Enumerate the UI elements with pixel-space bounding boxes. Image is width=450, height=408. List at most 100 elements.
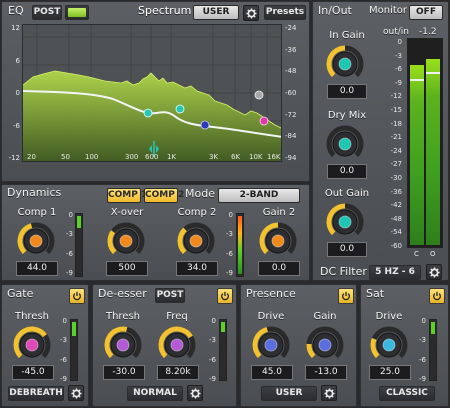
gate-power-button[interactable] bbox=[69, 288, 85, 304]
scale-tick: -6 bbox=[60, 355, 67, 364]
gear-icon bbox=[245, 7, 257, 19]
eq-db-scale-left: 12 6 0 -6 -12 bbox=[2, 24, 21, 164]
dry-mix-value[interactable]: 0.0 bbox=[327, 164, 367, 179]
sat-drive-value[interactable]: 25.0 bbox=[369, 365, 411, 380]
presence-panel: Presence Drive 45.0 Gain -13.0 USER bbox=[240, 284, 357, 407]
knob-graphic bbox=[326, 45, 364, 78]
scale-tick: -6 bbox=[395, 65, 402, 74]
eq-freq-tick: 6K bbox=[231, 153, 241, 161]
gain2-value[interactable]: 0.0 bbox=[258, 261, 300, 276]
scale-tick: -9 bbox=[395, 78, 402, 87]
scale-tick: -9 bbox=[419, 375, 426, 383]
scale-tick: -12 bbox=[8, 154, 20, 162]
presence-gain-knob[interactable] bbox=[305, 325, 345, 369]
comp1-tab[interactable]: COMP 1 bbox=[107, 188, 147, 203]
scale-tick: -6 bbox=[226, 249, 233, 258]
comp1-knob[interactable] bbox=[16, 221, 56, 265]
deesser-post-button[interactable]: POST bbox=[155, 288, 185, 303]
scale-tick: 0 bbox=[228, 211, 233, 219]
gear-icon bbox=[323, 387, 335, 399]
eq-enable-toggle[interactable] bbox=[65, 5, 89, 20]
comp2-tab[interactable]: COMP 2 bbox=[144, 188, 184, 203]
scale-tick: 0 bbox=[62, 317, 67, 325]
sat-drive-knob[interactable] bbox=[369, 325, 409, 369]
scale-tick: 12 bbox=[11, 24, 20, 32]
eq-freq-tick: 300 bbox=[125, 153, 139, 161]
eq-settings-button[interactable] bbox=[243, 5, 259, 21]
out-gain-value[interactable]: 0.0 bbox=[327, 242, 367, 257]
output-meter-peak-right bbox=[426, 72, 440, 74]
xover-knob[interactable] bbox=[106, 221, 146, 265]
dc-filter-settings-button[interactable] bbox=[426, 264, 442, 280]
meter-channel-left: C bbox=[414, 250, 419, 258]
sat-mode-select[interactable]: CLASSIC bbox=[379, 386, 435, 401]
meter-scale: 0 -3 -6 -9 -12 -15 -18 -21 -24 -27 -30 -36 -42 -48 -54… bbox=[381, 38, 403, 252]
inout-panel: In/Out Monitor OFF In Gain 0.0 Dry Mix 0… bbox=[312, 1, 449, 281]
deesser-freq-value[interactable]: 8.20k bbox=[157, 365, 199, 380]
scale-tick: -18 bbox=[390, 119, 402, 128]
presence-power-button[interactable] bbox=[338, 288, 354, 304]
mode-select[interactable]: 2-BAND bbox=[218, 188, 300, 203]
sat-power-button[interactable] bbox=[429, 288, 445, 304]
meter-header-value: -1.2 bbox=[419, 27, 437, 37]
presence-gain-value[interactable]: -13.0 bbox=[305, 365, 347, 380]
gate-gr-meter bbox=[70, 319, 78, 381]
knob-graphic bbox=[259, 222, 297, 255]
gate-thresh-label: Thresh bbox=[14, 311, 50, 322]
monitor-select[interactable]: OFF bbox=[409, 5, 443, 20]
gain2-knob[interactable] bbox=[258, 221, 298, 265]
presence-mode-select[interactable]: USER bbox=[261, 386, 317, 401]
gear-icon bbox=[189, 387, 201, 399]
gate-settings-button[interactable] bbox=[68, 385, 84, 401]
gate-thresh-knob[interactable] bbox=[12, 325, 52, 369]
in-gain-value[interactable]: 0.0 bbox=[327, 84, 367, 99]
eq-graph[interactable]: 20 50 100 300 600 1K 3K 6K 10K 16K bbox=[22, 24, 282, 162]
deesser-thresh-label: Thresh bbox=[105, 311, 141, 322]
xover-value[interactable]: 500 bbox=[106, 261, 148, 276]
gear-icon bbox=[428, 266, 440, 278]
gate-mode-select[interactable]: DEBREATH bbox=[8, 386, 64, 401]
comp2-value[interactable]: 34.0 bbox=[176, 261, 218, 276]
deesser-freq-knob[interactable] bbox=[157, 325, 197, 369]
knob-graphic bbox=[326, 125, 364, 158]
knob-graphic bbox=[177, 222, 215, 255]
comp2-gr-scale: 0 -3 -6 -9 bbox=[224, 211, 234, 279]
comp1-value[interactable]: 44.0 bbox=[16, 261, 58, 276]
eq-spectrum-mode-select[interactable]: USER bbox=[193, 5, 239, 20]
deesser-mode-select[interactable]: NORMAL bbox=[127, 386, 183, 401]
scale-tick: 6 bbox=[15, 56, 20, 65]
scale-tick: -9 bbox=[60, 375, 67, 383]
power-icon bbox=[73, 291, 81, 301]
eq-presets-button[interactable]: Presets bbox=[264, 5, 306, 20]
deesser-thresh-value[interactable]: -30.0 bbox=[103, 365, 145, 380]
scale-tick: -12 bbox=[390, 92, 402, 101]
scale-tick: -9 bbox=[209, 375, 216, 383]
scale-tick: -3 bbox=[395, 51, 402, 60]
deesser-settings-button[interactable] bbox=[187, 385, 203, 401]
presence-settings-button[interactable] bbox=[321, 385, 337, 401]
comp2-knob[interactable] bbox=[176, 221, 216, 265]
gain2-label: Gain 2 bbox=[262, 207, 296, 218]
presence-drive-knob[interactable] bbox=[251, 325, 291, 369]
xover-label: X-over bbox=[110, 207, 144, 218]
scale-tick: -60 bbox=[285, 89, 297, 97]
in-gain-knob[interactable] bbox=[325, 44, 365, 88]
dc-filter-select[interactable]: 5 HZ - 6 bbox=[369, 265, 421, 280]
scale-tick: -48 bbox=[285, 67, 297, 76]
in-gain-label: In Gain bbox=[329, 30, 365, 41]
knob-graphic bbox=[17, 222, 55, 255]
gate-thresh-value[interactable]: -45.0 bbox=[12, 365, 54, 380]
gear-icon bbox=[70, 387, 82, 399]
deesser-power-button[interactable] bbox=[217, 288, 233, 304]
eq-post-button[interactable]: POST bbox=[32, 5, 62, 20]
dry-mix-knob[interactable] bbox=[325, 124, 365, 168]
scale-tick: 0 bbox=[68, 211, 73, 219]
deesser-thresh-knob[interactable] bbox=[103, 325, 143, 369]
sat-panel: Sat Drive 25.0 0 -3 -6 -9 CLASSIC bbox=[360, 284, 449, 407]
monitor-label: Monitor bbox=[369, 5, 408, 16]
scale-tick: 0 bbox=[211, 317, 216, 325]
knob-graphic bbox=[158, 326, 196, 359]
out-gain-knob[interactable] bbox=[325, 202, 365, 246]
presence-drive-value[interactable]: 45.0 bbox=[251, 365, 293, 380]
gate-gr-scale: 0 -3 -6 -9 bbox=[58, 317, 68, 385]
